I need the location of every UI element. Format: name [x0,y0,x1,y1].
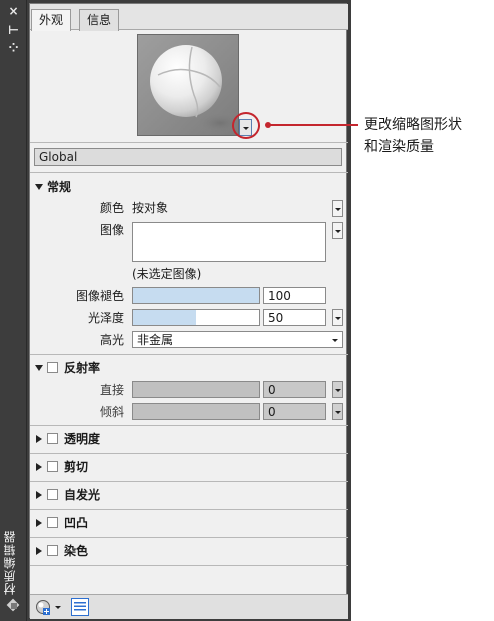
divider [30,565,348,566]
properties-icon[interactable]: ⁘ [6,41,21,55]
direct-input[interactable]: 0 [263,381,326,398]
self-illumination-checkbox[interactable] [47,489,58,500]
image-slot[interactable] [132,222,326,262]
chevron-down-icon [335,230,341,233]
bump-checkbox[interactable] [47,517,58,528]
glossiness-dropdown[interactable] [332,309,343,326]
chevron-down-icon [332,339,338,342]
tab-appearance[interactable]: 外观 [31,9,72,31]
callout-line [268,124,358,126]
section-general-label: 常规 [47,180,72,194]
section-cutout-header[interactable]: 剪切 [35,459,88,475]
image-fade-input[interactable]: 100 [263,287,326,304]
direct-dropdown[interactable] [332,381,343,398]
image-dropdown[interactable] [332,222,343,239]
chevron-down-icon [335,317,341,320]
transparency-checkbox[interactable] [47,433,58,444]
expand-icon [36,463,42,471]
oblique-input[interactable]: 0 [263,403,326,420]
color-dropdown[interactable] [332,200,343,217]
color-label: 颜色 [99,201,124,215]
glossiness-input[interactable]: 50 [263,309,326,326]
highlight-value: 非金属 [137,333,174,347]
section-transparency-header[interactable]: 透明度 [35,431,100,447]
oblique-slider[interactable] [132,403,260,420]
section-reflectivity-header[interactable]: 反射率 [35,360,100,376]
divider [30,481,348,482]
close-icon[interactable]: × [6,4,21,18]
material-editor-icon [6,598,20,612]
divider [30,453,348,454]
collapse-icon [35,365,43,371]
oblique-label: 倾斜 [99,405,124,419]
image-fade-slider[interactable] [132,287,260,304]
direct-slider[interactable] [132,381,260,398]
tab-info[interactable]: 信息 [79,9,120,31]
highlight-label: 高光 [99,333,124,347]
section-reflectivity-label: 反射率 [64,361,101,375]
create-material-button[interactable] [35,599,61,616]
section-self-illumination-label: 自发光 [64,488,101,502]
callout-line-2: 和渲染质量 [364,139,434,155]
divider [30,537,348,538]
auto-hide-icon[interactable]: ⊢ [6,23,21,37]
divider [30,354,348,355]
palette-title-strip: × ⊢ ⁘ 材质编辑器 [0,0,27,621]
section-self-illumination-header[interactable]: 自发光 [35,487,100,503]
section-tint-label: 染色 [64,544,89,558]
divider [30,142,348,143]
tab-bar: 外观 信息 [30,4,348,31]
section-cutout-label: 剪切 [64,460,89,474]
material-editor-panel: 外观 信息 Global 常规 颜色 按对象 图像 (未选定图像) 图像褪色 1… [27,0,351,621]
callout-ring [232,112,260,139]
section-bump-label: 凹凸 [64,516,89,530]
slider-fill [133,310,196,325]
callout-line-1: 更改缩略图形状 [364,117,462,133]
chevron-down-icon [335,208,341,211]
chevron-down-icon [335,389,341,392]
image-status: (未选定图像) [132,267,202,281]
section-tint-header[interactable]: 染色 [35,543,88,559]
sphere-preview-icon [150,45,238,135]
reflectivity-checkbox[interactable] [47,362,58,373]
image-label: 图像 [99,223,124,237]
oblique-dropdown[interactable] [332,403,343,420]
expand-icon [36,435,42,443]
collapse-icon [35,184,43,190]
section-bump-header[interactable]: 凹凸 [35,515,88,531]
chevron-down-icon [335,411,341,414]
expand-icon [36,519,42,527]
section-general-header[interactable]: 常规 [35,179,71,195]
panel-content: 外观 信息 Global 常规 颜色 按对象 图像 (未选定图像) 图像褪色 1… [29,3,348,619]
image-fade-label: 图像褪色 [75,289,124,303]
divider [30,425,348,426]
glossiness-label: 光泽度 [87,311,124,325]
color-value: 按对象 [132,201,169,215]
material-browser-button[interactable] [71,598,89,616]
glossiness-slider[interactable] [132,309,260,326]
slider-fill [133,288,259,303]
material-name-field[interactable]: Global [34,148,342,166]
highlight-select[interactable]: 非金属 [132,331,343,348]
direct-label: 直接 [99,383,124,397]
expand-icon [36,547,42,555]
divider [30,172,348,173]
divider [30,509,348,510]
bottom-toolbar [30,594,348,619]
expand-icon [36,491,42,499]
tint-checkbox[interactable] [47,545,58,556]
callout-text: 更改缩略图形状 和渲染质量 [364,114,490,158]
section-transparency-label: 透明度 [64,432,101,446]
cutout-checkbox[interactable] [47,461,58,472]
palette-title: 材质编辑器 [3,530,17,595]
material-preview [137,34,239,136]
